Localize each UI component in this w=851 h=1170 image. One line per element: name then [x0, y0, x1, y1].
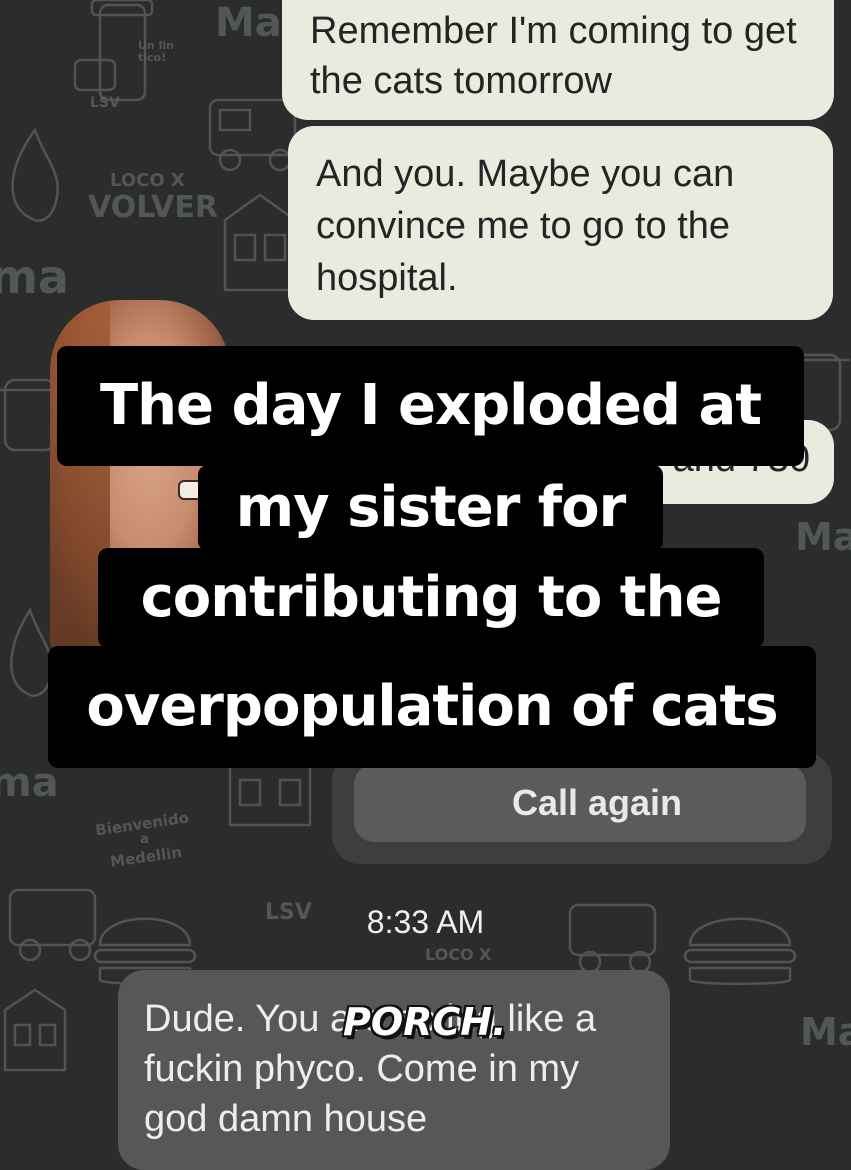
caption-line-1: The day I exploded at: [57, 346, 804, 466]
outgoing-message[interactable]: Remember I'm coming to get the cats tomo…: [282, 0, 834, 120]
caption-line-4: overpopulation of cats: [48, 646, 816, 768]
caption-line-2: my sister for: [198, 465, 663, 551]
wallpaper-label: Medellin: [109, 843, 184, 871]
message-text: Remember I'm coming to get the cats tomo…: [310, 10, 797, 102]
wallpaper-label: ma: [0, 250, 69, 304]
message-text: And you. Maybe you can convince me to go…: [316, 153, 735, 299]
call-again-button[interactable]: Call again: [354, 764, 806, 842]
wallpaper-label: Ma: [795, 515, 851, 559]
wallpaper-label: a: [140, 832, 149, 847]
caption-line-3: contributing to the: [98, 548, 764, 648]
porch-sticker: PORCH.: [343, 1000, 507, 1044]
wallpaper-label: Un lin tico!: [138, 39, 174, 65]
wallpaper-label: LOCO X: [110, 170, 185, 191]
wallpaper-label: ma: [0, 760, 59, 806]
outgoing-message[interactable]: And you. Maybe you can convince me to go…: [288, 126, 833, 320]
message-timestamp: 8:33 AM: [366, 904, 485, 940]
store-doodle-icon: [3, 988, 67, 1072]
wallpaper-label: LSV: [90, 95, 120, 111]
fire-doodle-icon: [11, 127, 59, 222]
wallpaper-label: VOLVER: [88, 190, 218, 225]
wallpaper-label: Ma: [800, 1010, 851, 1054]
wallpaper-label: Ma: [215, 0, 282, 46]
wallpaper-label: LOCO X: [425, 945, 492, 964]
